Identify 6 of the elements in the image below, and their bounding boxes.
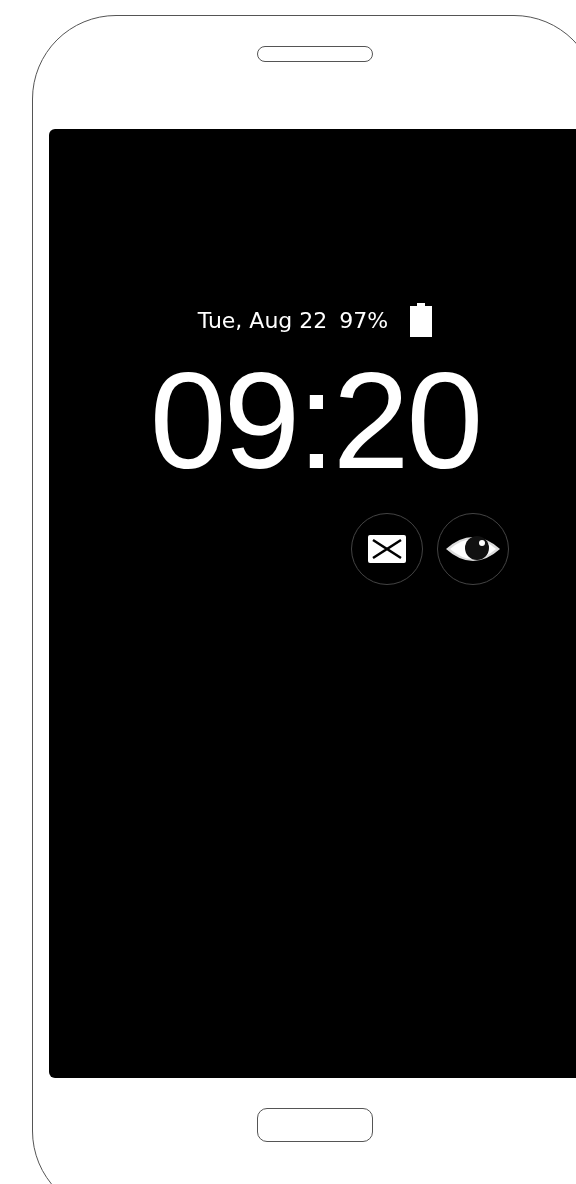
envelope-icon — [368, 535, 406, 563]
date-text: Tue, Aug 22 — [197, 307, 328, 333]
clock-time: 09:20 — [149, 351, 481, 489]
battery-percent: 97% — [339, 307, 389, 333]
battery-icon — [410, 303, 433, 337]
home-button[interactable] — [257, 1108, 373, 1142]
